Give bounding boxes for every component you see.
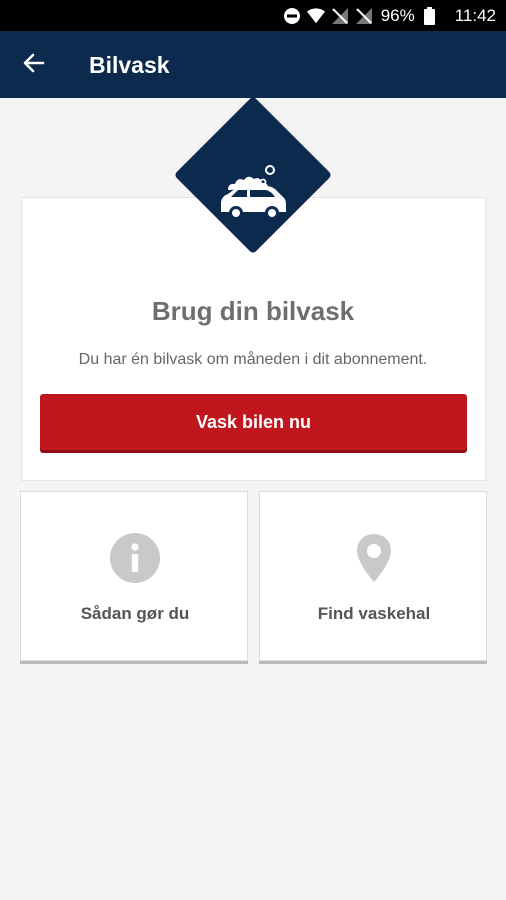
wifi-icon	[306, 7, 325, 25]
card-subtitle: Du har én bilvask om måneden i dit abonn…	[78, 351, 428, 368]
status-bar: 96% 11:42	[0, 0, 506, 31]
how-to-label: Sådan gør du	[80, 604, 190, 623]
status-icons: 96% 11:42	[283, 0, 496, 31]
car-wash-icon	[216, 160, 290, 224]
battery-percent: 96%	[380, 5, 415, 25]
clock: 11:42	[454, 5, 496, 25]
info-icon	[21, 532, 249, 584]
signal-off-icon-2	[355, 7, 373, 25]
arrow-left-icon	[22, 51, 46, 80]
find-wash-hall-tile[interactable]: Find vaskehal	[259, 491, 487, 661]
back-button[interactable]	[18, 49, 50, 81]
signal-off-icon	[331, 7, 349, 25]
location-pin-icon	[260, 532, 488, 584]
how-to-tile[interactable]: Sådan gør du	[20, 491, 248, 661]
do-not-disturb-icon	[283, 7, 301, 25]
battery-icon	[421, 6, 439, 25]
wash-car-now-button[interactable]: Vask bilen nu	[40, 394, 467, 450]
card-title: Brug din bilvask	[151, 296, 355, 326]
app-bar: Bilvask	[0, 31, 506, 98]
find-wash-hall-label: Find vaskehal	[317, 604, 431, 623]
page-title: Bilvask	[89, 52, 170, 78]
